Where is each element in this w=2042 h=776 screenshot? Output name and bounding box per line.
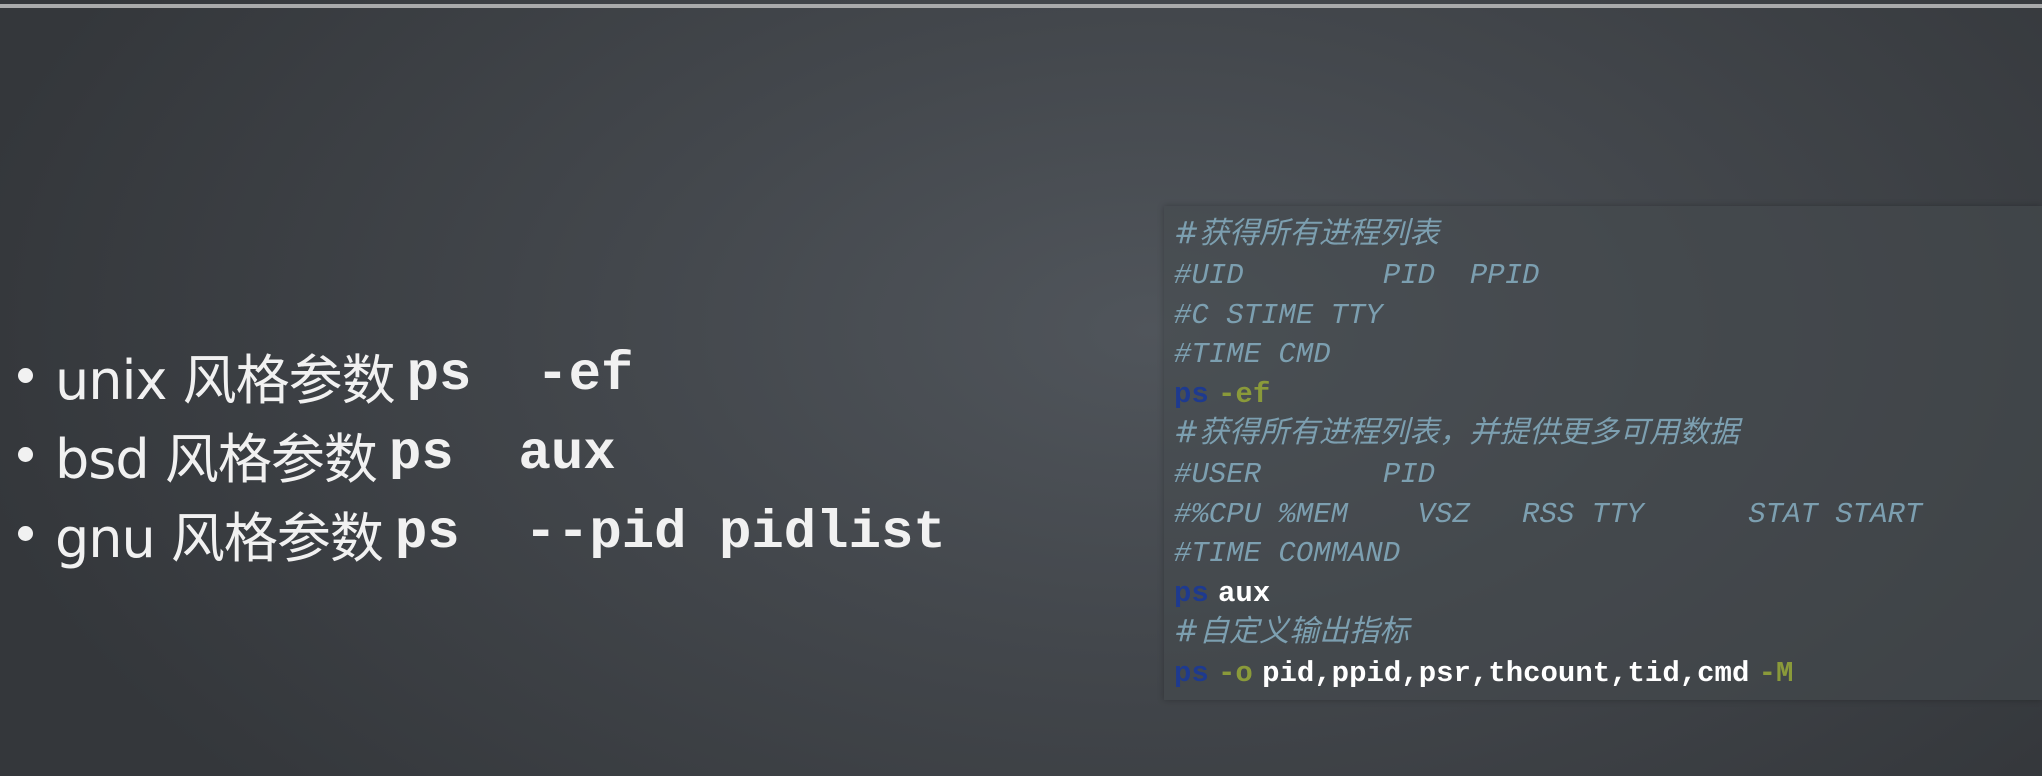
code-comment: #自定义输出指标 <box>1174 613 1410 649</box>
code-comment: #USER PID <box>1174 457 1436 491</box>
bullet-command: ps -ef <box>406 345 634 406</box>
code-comment: #C STIME TTY <box>1174 298 1383 332</box>
bullet-dot-icon <box>18 526 33 541</box>
code-comment: #获得所有进程列表，并提供更多可用数据 <box>1174 414 1740 450</box>
code-line: ps aux <box>1174 572 2042 612</box>
code-line: #TIME COMMAND <box>1174 532 2042 572</box>
bullet-label: gnu 风格参数 <box>55 507 384 570</box>
code-keyword: ps <box>1174 378 1209 412</box>
bullet-command: ps aux <box>388 424 616 485</box>
code-line: #C STIME TTY <box>1174 294 2042 334</box>
bullet-label: unix 风格参数 <box>55 349 396 412</box>
code-line: #UID PID PPID <box>1174 254 2042 294</box>
code-comment: #UID PID PPID <box>1174 258 1540 292</box>
code-line: #获得所有进程列表，并提供更多可用数据 <box>1174 413 2042 453</box>
code-block: #获得所有进程列表 #UID PID PPID #C STIME TTY #TI… <box>1164 206 2042 700</box>
bullet-gnu: gnu 风格参数 ps --pid pidlist <box>18 494 946 573</box>
code-comment: #TIME COMMAND <box>1174 537 1401 571</box>
top-divider <box>0 4 2042 8</box>
code-line: #TIME CMD <box>1174 333 2042 373</box>
bullet-list: unix 风格参数 ps -ef bsd 风格参数 ps aux gnu 风格参… <box>18 336 946 573</box>
code-comment: #获得所有进程列表 <box>1174 216 1440 251</box>
bullet-label: bsd 风格参数 <box>55 428 378 491</box>
bullet-bsd: bsd 风格参数 ps aux <box>18 415 946 494</box>
bullet-dot-icon <box>18 368 33 383</box>
code-line: ps -o pid,ppid,psr,thcount,tid,cmd -M <box>1174 652 2042 692</box>
code-argument: pid,ppid,psr,thcount,tid,cmd <box>1262 656 1750 690</box>
code-keyword: ps <box>1174 656 1209 690</box>
code-comment: #%CPU %MEM VSZ RSS TTY STAT START <box>1174 497 1923 531</box>
code-line: #USER PID <box>1174 453 2042 493</box>
code-comment: #TIME CMD <box>1174 338 1331 372</box>
code-line: #获得所有进程列表 <box>1174 214 2042 254</box>
code-option: -o <box>1218 656 1253 690</box>
code-option: -ef <box>1218 378 1271 412</box>
code-argument: aux <box>1218 577 1271 611</box>
bullet-unix: unix 风格参数 ps -ef <box>18 336 946 415</box>
code-keyword: ps <box>1174 577 1209 611</box>
code-option: -M <box>1758 656 1794 690</box>
code-line: #%CPU %MEM VSZ RSS TTY STAT START <box>1174 493 2042 533</box>
bullet-dot-icon <box>18 447 33 462</box>
code-line: #自定义输出指标 <box>1174 612 2042 652</box>
code-line: ps -ef <box>1174 373 2042 413</box>
bullet-command: ps --pid pidlist <box>394 503 946 564</box>
